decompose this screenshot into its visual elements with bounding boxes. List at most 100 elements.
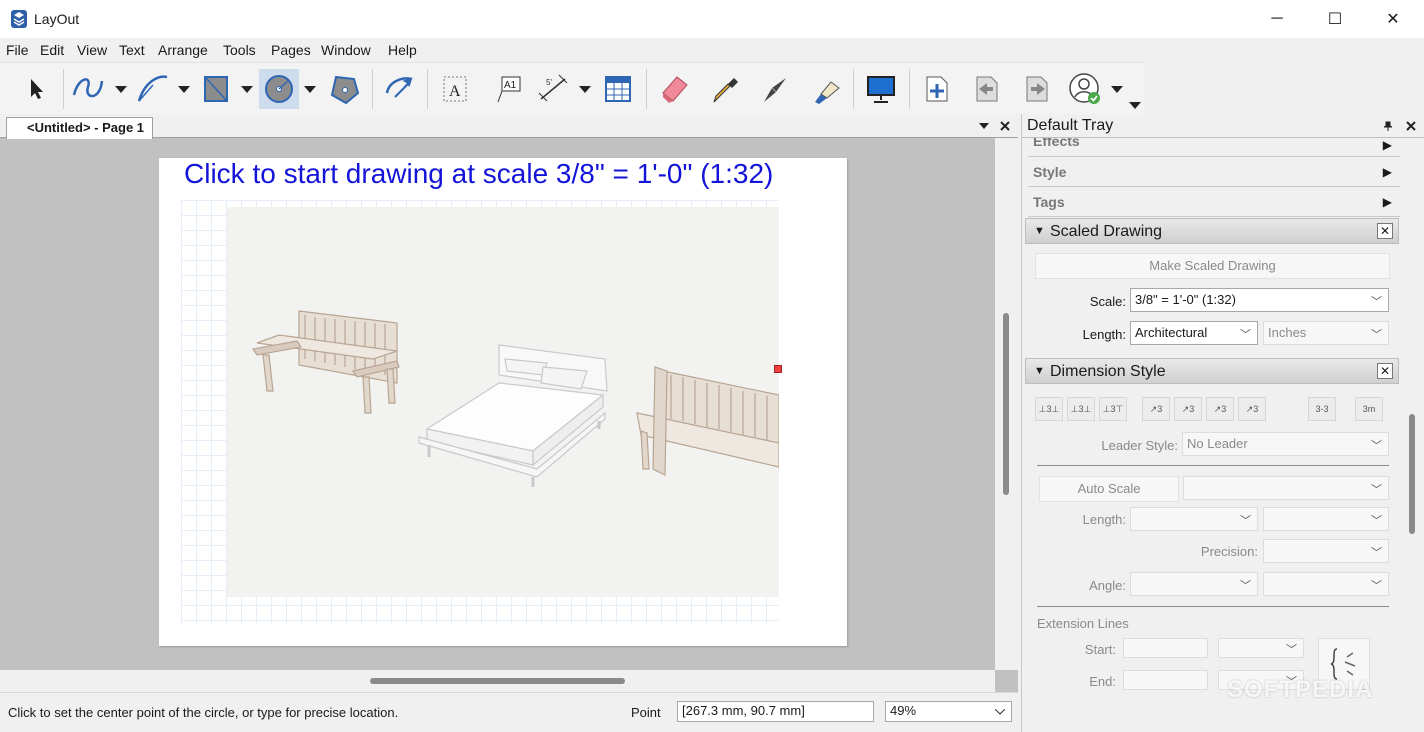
title-bar: LayOut ─ ☐ ✕ [0, 0, 1424, 38]
chevron-down-icon: ﹀ [1371, 515, 1382, 527]
freehand-dropdown[interactable] [114, 83, 128, 97]
dim-units-icon[interactable]: 3m [1355, 397, 1383, 421]
eyedropper-tool-button[interactable] [705, 69, 745, 109]
menu-edit[interactable]: Edit [40, 42, 64, 58]
dim-angle-4-icon[interactable]: ↗3 [1238, 397, 1266, 421]
end-label: End: [1089, 674, 1116, 689]
table-tool-button[interactable] [598, 69, 638, 109]
eyedropper-icon [713, 78, 738, 103]
arc-icon [137, 75, 168, 102]
selection-handle[interactable] [774, 365, 782, 373]
default-tray: Default Tray Effects ▶ Style ▶ Tags ▶ ▼ … [1021, 114, 1424, 732]
account-button[interactable] [1065, 69, 1105, 109]
sketchup-viewport[interactable] [227, 207, 780, 597]
start-offset-input[interactable] [1123, 638, 1208, 658]
dim-angle-1-icon[interactable]: ↗3 [1142, 397, 1170, 421]
horizontal-scrollbar[interactable] [0, 670, 995, 692]
zoom-value: 49% [890, 703, 917, 718]
scale-select[interactable]: 3/8" = 1'-0" (1:32) ﹀ [1130, 288, 1389, 312]
panel-tags[interactable]: Tags ▶ [1028, 187, 1400, 217]
freehand-tool-button[interactable] [68, 69, 108, 109]
eraser-tool-button[interactable] [655, 69, 695, 109]
circle-dropdown[interactable] [303, 83, 317, 97]
previous-page-icon [976, 76, 998, 102]
panel-effects[interactable]: Effects ▶ [1028, 138, 1400, 157]
document-tab[interactable]: <Untitled> - Page 1 [6, 117, 154, 139]
close-panel-icon[interactable]: ✕ [1377, 223, 1393, 239]
dim-angle-3-icon[interactable]: ↗3 [1206, 397, 1234, 421]
dim-split-icon[interactable]: 3-3 [1308, 397, 1336, 421]
minimize-button[interactable]: ─ [1248, 0, 1306, 38]
split-tool-button[interactable] [755, 69, 795, 109]
account-icon [1069, 73, 1100, 104]
maximize-button[interactable]: ☐ [1306, 0, 1364, 38]
leader-style-select[interactable]: No Leader ﹀ [1182, 432, 1389, 456]
length-type-value: Architectural [1135, 325, 1208, 340]
precision-select[interactable]: ﹀ [1263, 539, 1389, 563]
arc-dropdown[interactable] [177, 83, 191, 97]
panel-tags-title: Tags [1033, 194, 1065, 210]
make-scaled-drawing-button[interactable]: Make Scaled Drawing [1035, 253, 1390, 279]
close-panel-icon[interactable]: ✕ [1377, 363, 1393, 379]
end-offset-input[interactable] [1123, 670, 1208, 690]
menu-window[interactable]: Window [321, 42, 371, 58]
dim-angle-2-icon[interactable]: ↗3 [1174, 397, 1202, 421]
length-type-select[interactable]: Architectural ﹀ [1130, 321, 1258, 345]
dimension-tool-button[interactable]: 5' [533, 69, 573, 109]
menu-arrange[interactable]: Arrange [158, 42, 208, 58]
auto-scale-select[interactable]: ﹀ [1183, 476, 1389, 500]
presentation-button[interactable] [861, 69, 901, 109]
next-page-button[interactable] [1016, 69, 1056, 109]
close-tab-icon[interactable] [1000, 121, 1010, 131]
pin-icon[interactable] [1384, 121, 1392, 131]
page-canvas[interactable]: Click to start drawing at scale 3/8" = 1… [159, 158, 847, 646]
menu-file[interactable]: File [6, 42, 29, 58]
tray-scroll-thumb[interactable] [1409, 414, 1415, 534]
rectangle-icon [204, 76, 228, 102]
dim-below-icon[interactable]: ⊥3⊤ [1099, 397, 1127, 421]
horizontal-scroll-thumb[interactable] [370, 678, 625, 684]
dimension-style-header[interactable]: ▼ Dimension Style ✕ [1025, 358, 1399, 384]
vertical-scroll-thumb[interactable] [1003, 313, 1009, 495]
document-tab-row: <Untitled> - Page 1 [0, 114, 1018, 139]
text-tool-button[interactable]: A [435, 69, 475, 109]
zoom-select[interactable]: 49% [885, 701, 1012, 722]
vertical-scrollbar[interactable] [995, 138, 1018, 670]
menu-pages[interactable]: Pages [271, 42, 311, 58]
auto-scale-button[interactable]: Auto Scale [1039, 476, 1179, 502]
previous-page-button[interactable] [966, 69, 1006, 109]
select-tool-button[interactable] [16, 69, 56, 109]
angle-format-select[interactable]: ﹀ [1130, 572, 1258, 596]
account-dropdown[interactable] [1110, 83, 1124, 97]
close-tray-icon[interactable] [1406, 121, 1416, 131]
rectangle-tool-button[interactable] [196, 69, 236, 109]
measurements-input[interactable]: [267.3 mm, 90.7 mm] [677, 701, 874, 722]
menu-text[interactable]: Text [119, 42, 145, 58]
dim-length-format-select[interactable]: ﹀ [1130, 507, 1258, 531]
dim-above-icon[interactable]: ⊥3⊥ [1035, 397, 1063, 421]
polygon-tool-button[interactable] [324, 69, 364, 109]
toolbar-separator [853, 69, 854, 109]
close-button[interactable]: ✕ [1364, 0, 1422, 38]
menu-view[interactable]: View [77, 42, 107, 58]
tab-list-chevron-icon[interactable] [979, 123, 989, 129]
menu-help[interactable]: Help [388, 42, 417, 58]
scaled-drawing-tool-button[interactable] [379, 69, 419, 109]
rectangle-dropdown[interactable] [240, 83, 254, 97]
circle-tool-button[interactable] [259, 69, 299, 109]
angle-unit-select[interactable]: ﹀ [1263, 572, 1389, 596]
dim-length-unit-select[interactable]: ﹀ [1263, 507, 1389, 531]
dimension-dropdown[interactable] [578, 83, 592, 97]
label-tool-button[interactable]: A1 [487, 69, 527, 109]
join-tool-button[interactable] [806, 69, 846, 109]
length-unit-select[interactable]: Inches ﹀ [1263, 321, 1389, 345]
panel-style[interactable]: Style ▶ [1028, 157, 1400, 187]
dimension-style-title: Dimension Style [1050, 363, 1166, 380]
arc-tool-button[interactable] [133, 69, 173, 109]
dim-center-icon[interactable]: ⊥3⊥ [1067, 397, 1095, 421]
add-page-button[interactable] [916, 69, 956, 109]
scaled-drawing-header[interactable]: ▼ Scaled Drawing ✕ [1025, 218, 1399, 244]
toolbar-overflow-dropdown[interactable] [1128, 99, 1142, 113]
menu-tools[interactable]: Tools [223, 42, 256, 58]
start-unit-select[interactable]: ﹀ [1218, 638, 1304, 658]
